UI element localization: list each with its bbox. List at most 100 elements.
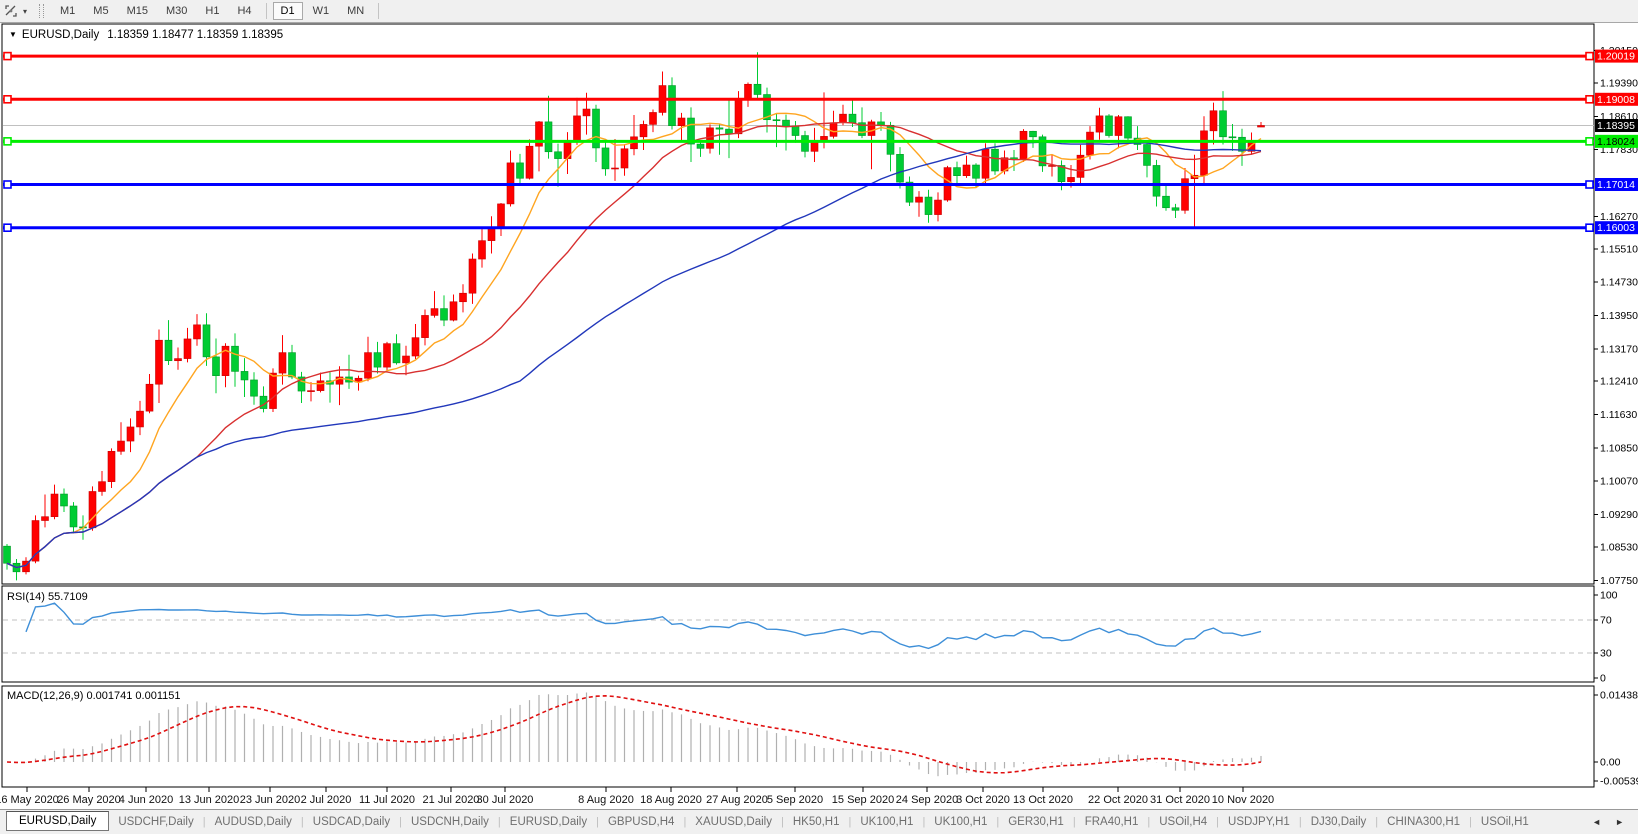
crosshair-tool-icon[interactable] xyxy=(3,3,19,19)
candle-body xyxy=(792,126,799,135)
candle-body xyxy=(574,116,581,142)
timeframe-button-m30[interactable]: M30 xyxy=(158,2,195,20)
main-price-pane[interactable] xyxy=(2,24,1594,584)
candle-body xyxy=(108,451,115,481)
price-axis-tick-label: 1.13170 xyxy=(1600,343,1638,355)
candle-body xyxy=(1144,145,1151,166)
chart-tab-usoil-h1[interactable]: USOil,H1 xyxy=(1472,813,1538,831)
chart-tab-hk50-h1[interactable]: HK50,H1 xyxy=(784,813,849,831)
chart-tab-china300-h1[interactable]: CHINA300,H1 xyxy=(1378,813,1469,831)
chart-tab-dj30-daily[interactable]: DJ30,Daily xyxy=(1302,813,1376,831)
chart-tab-xauusd-daily[interactable]: XAUUSD,Daily xyxy=(686,813,781,831)
chart-tab-eurusd-daily[interactable]: EURUSD,Daily xyxy=(6,811,109,831)
toolbar-grip-handle[interactable] xyxy=(39,4,44,18)
macd-pane[interactable] xyxy=(2,686,1594,787)
rsi-axis-tick-label: 0 xyxy=(1600,673,1606,685)
candle-body xyxy=(479,241,486,259)
candle-body xyxy=(4,546,11,563)
price-axis-tick-label: 1.13950 xyxy=(1600,310,1638,322)
timeframe-button-w1[interactable]: W1 xyxy=(305,2,338,20)
rsi-line xyxy=(26,603,1261,648)
timeframe-button-m15[interactable]: M15 xyxy=(119,2,156,20)
chart-tab-audusd-daily[interactable]: AUDUSD,Daily xyxy=(206,813,301,831)
line-drag-handle[interactable] xyxy=(4,138,11,145)
chart-tab-bar: EURUSD,DailyUSDCHF,Daily|AUDUSD,Daily|US… xyxy=(0,809,1638,834)
candle-body xyxy=(640,124,647,136)
chart-tab-fra40-h1[interactable]: FRA40,H1 xyxy=(1076,813,1148,831)
chart-tab-usdjpy-h1[interactable]: USDJPY,H1 xyxy=(1219,813,1299,831)
price-axis-tick-label: 1.16270 xyxy=(1600,211,1638,223)
candle-body xyxy=(973,165,980,178)
line-drag-handle[interactable] xyxy=(4,224,11,231)
rsi-axis-tick-label: 30 xyxy=(1600,648,1612,660)
candle-body xyxy=(1096,116,1103,132)
chart-tab-gbpusd-h4[interactable]: GBPUSD,H4 xyxy=(599,813,683,831)
date-axis-tick-label: 16 May 2020 xyxy=(0,794,59,806)
chart-tab-ger30-h1[interactable]: GER30,H1 xyxy=(999,813,1073,831)
candle-body xyxy=(916,197,923,202)
chart-tab-uk100-h1[interactable]: UK100,H1 xyxy=(925,813,996,831)
candle-body xyxy=(545,122,552,152)
date-axis-tick-label: 2 Jul 2020 xyxy=(301,794,352,806)
chart-tab-usdchf-daily[interactable]: USDCHF,Daily xyxy=(109,813,202,831)
candle-body xyxy=(384,344,391,368)
chart-canvas[interactable]: 1.201501.193901.186101.178301.162701.155… xyxy=(0,0,1638,833)
candle-body xyxy=(251,380,258,396)
date-axis-tick-label: 30 Jul 2020 xyxy=(477,794,534,806)
date-axis-tick-label: 4 Jun 2020 xyxy=(119,794,173,806)
timeframe-button-d1[interactable]: D1 xyxy=(273,2,303,20)
price-axis-tick-label: 1.10850 xyxy=(1600,442,1638,454)
macd-axis-tick-label: 0.014384 xyxy=(1600,689,1638,701)
candle-body xyxy=(992,149,999,171)
candle-body xyxy=(726,129,733,134)
tab-scroll-right-icon[interactable]: ► xyxy=(1615,817,1624,827)
candle-body xyxy=(488,229,495,241)
chart-tab-usdcnh-daily[interactable]: USDCNH,Daily xyxy=(402,813,498,831)
chart-tab-uk100-h1[interactable]: UK100,H1 xyxy=(851,813,922,831)
price-axis-tick-label: 1.14730 xyxy=(1600,277,1638,289)
timeframe-button-m1[interactable]: M1 xyxy=(52,2,83,20)
price-axis-tick-label: 1.10070 xyxy=(1600,476,1638,488)
title-collapse-icon[interactable]: ▼ xyxy=(9,30,17,39)
rsi-axis-tick-label: 70 xyxy=(1600,614,1612,626)
tab-scroll-left-icon[interactable]: ◄ xyxy=(1592,817,1601,827)
chart-tab-eurusd-daily[interactable]: EURUSD,Daily xyxy=(501,813,596,831)
top-toolbar: ▾ M1M5M15M30H1H4 D1W1MN xyxy=(0,0,1638,23)
tool-dropdown-caret-icon[interactable]: ▾ xyxy=(19,5,31,18)
chart-tab-usdcad-daily[interactable]: USDCAD,Daily xyxy=(304,813,399,831)
line-drag-handle[interactable] xyxy=(1586,53,1593,60)
price-level-badge-label: 1.20019 xyxy=(1597,51,1635,63)
line-drag-handle[interactable] xyxy=(1586,138,1593,145)
timeframe-button-mn[interactable]: MN xyxy=(339,2,372,20)
timeframe-button-h4[interactable]: H4 xyxy=(229,2,259,20)
timeframe-button-h1[interactable]: H1 xyxy=(197,2,227,20)
candle-body xyxy=(555,152,562,159)
line-drag-handle[interactable] xyxy=(1586,224,1593,231)
timeframe-button-m5[interactable]: M5 xyxy=(85,2,116,20)
candle-body xyxy=(1220,111,1227,137)
candle-body xyxy=(232,346,239,371)
candle-body xyxy=(61,494,68,506)
chart-tab-usoil-h4[interactable]: USOil,H4 xyxy=(1150,813,1216,831)
candle-body xyxy=(1229,137,1236,138)
candle-body xyxy=(621,149,628,168)
candle-body xyxy=(954,168,961,176)
date-axis-tick-label: 10 Nov 2020 xyxy=(1212,794,1274,806)
date-axis-tick-label: 26 May 2020 xyxy=(57,794,121,806)
line-drag-handle[interactable] xyxy=(1586,181,1593,188)
candle-body xyxy=(802,136,809,152)
chart-title: ▼EURUSD,Daily1.18359 1.18477 1.18359 1.1… xyxy=(9,29,283,41)
line-drag-handle[interactable] xyxy=(1586,96,1593,103)
date-axis-tick-label: 15 Sep 2020 xyxy=(832,794,894,806)
line-drag-handle[interactable] xyxy=(4,53,11,60)
line-drag-handle[interactable] xyxy=(4,96,11,103)
date-axis-tick-label: 3 Oct 2020 xyxy=(956,794,1010,806)
toolbar-separator xyxy=(266,3,267,19)
candle-body xyxy=(403,356,410,363)
candle-body xyxy=(583,109,590,116)
price-axis-tick-label: 1.08530 xyxy=(1600,542,1638,554)
candle-body xyxy=(365,353,372,379)
candle-body xyxy=(498,204,505,229)
candle-body xyxy=(1163,196,1170,208)
line-drag-handle[interactable] xyxy=(4,181,11,188)
